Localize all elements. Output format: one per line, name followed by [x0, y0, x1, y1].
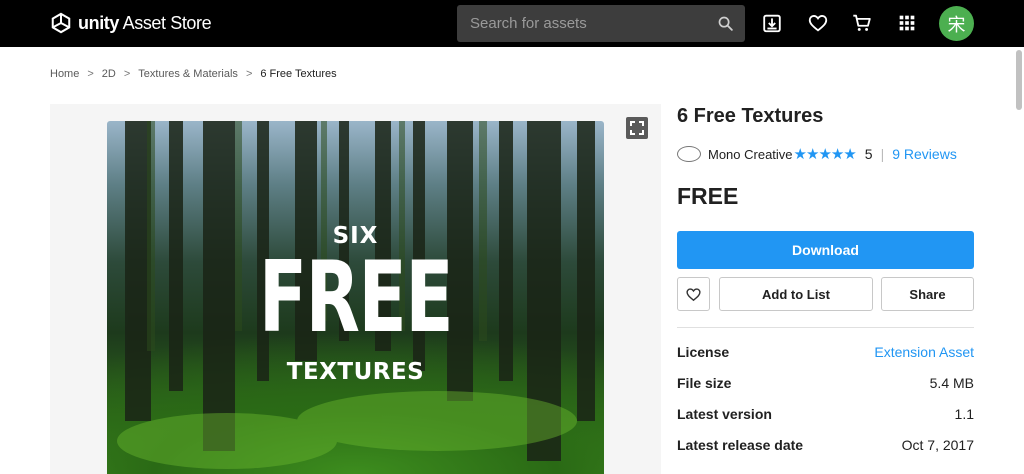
publisher-row: Mono Creative ★★★★★ 5 | 9 Reviews — [677, 143, 957, 165]
fullscreen-button[interactable] — [626, 117, 648, 139]
hero-text-free: FREE — [258, 241, 454, 355]
chevron-right-icon: > — [87, 68, 94, 80]
detail-value: 1.1 — [954, 406, 974, 422]
chevron-right-icon: > — [245, 68, 253, 80]
product-gallery: SIX FREE TEXTURES — [50, 104, 661, 474]
detail-row-license: License Extension Asset — [677, 344, 974, 362]
publisher-name[interactable]: Mono Creative — [708, 147, 793, 162]
detail-row-file-size: File size 5.4 MB — [677, 375, 974, 393]
product-price: FREE — [677, 183, 739, 209]
page-scrollbar[interactable] — [1016, 50, 1022, 110]
heart-icon[interactable] — [807, 12, 829, 34]
detail-label: File size — [677, 375, 732, 391]
divider — [677, 327, 974, 328]
apps-grid-icon[interactable] — [896, 12, 918, 34]
detail-label: Latest version — [677, 406, 772, 422]
download-button[interactable]: Download — [677, 231, 974, 269]
detail-row-latest-version: Latest version 1.1 — [677, 406, 974, 424]
search-bar — [457, 5, 745, 42]
detail-value: Oct 7, 2017 — [901, 437, 974, 453]
detail-label: Latest release date — [677, 437, 804, 453]
breadcrumb-2d[interactable]: 2D — [102, 68, 116, 80]
reviews-link[interactable]: 9 Reviews — [892, 146, 957, 162]
share-button[interactable]: Share — [881, 277, 974, 311]
breadcrumb-home[interactable]: Home — [50, 68, 79, 80]
unity-asset-store-logo[interactable]: unity Asset Store — [50, 9, 212, 37]
favorite-button[interactable] — [677, 277, 710, 311]
chevron-right-icon: > — [123, 68, 131, 80]
search-icon[interactable] — [717, 15, 734, 32]
search-input[interactable] — [457, 5, 707, 42]
breadcrumb-textures-materials[interactable]: Textures & Materials — [138, 68, 238, 80]
detail-value: 5.4 MB — [929, 375, 974, 391]
download-icon[interactable] — [761, 12, 783, 34]
publisher-logo-icon[interactable] — [677, 146, 701, 162]
product-title: 6 Free Textures — [677, 105, 824, 127]
heart-outline-icon — [686, 287, 701, 301]
breadcrumb: Home > 2D > Textures & Materials > 6 Fre… — [50, 66, 337, 82]
cart-icon[interactable] — [851, 12, 873, 34]
unity-logo-icon — [51, 12, 71, 34]
detail-row-release-date: Latest release date Oct 7, 2017 — [677, 437, 974, 455]
top-navigation-bar: unity Asset Store 宋 — [0, 0, 1024, 47]
user-avatar[interactable]: 宋 — [939, 6, 974, 41]
fullscreen-icon — [630, 121, 644, 135]
separator: | — [880, 146, 885, 162]
rating-value: 5 — [864, 146, 873, 162]
product-hero-image[interactable]: SIX FREE TEXTURES — [107, 121, 604, 474]
rating-stars-icon: ★★★★★ — [793, 145, 857, 163]
logo-text: unity Asset Store — [78, 12, 212, 33]
breadcrumb-current: 6 Free Textures — [260, 68, 337, 80]
hero-text-textures: TEXTURES — [286, 359, 425, 385]
detail-label: License — [677, 344, 730, 360]
add-to-list-button[interactable]: Add to List — [719, 277, 873, 311]
license-link[interactable]: Extension Asset — [874, 344, 974, 362]
